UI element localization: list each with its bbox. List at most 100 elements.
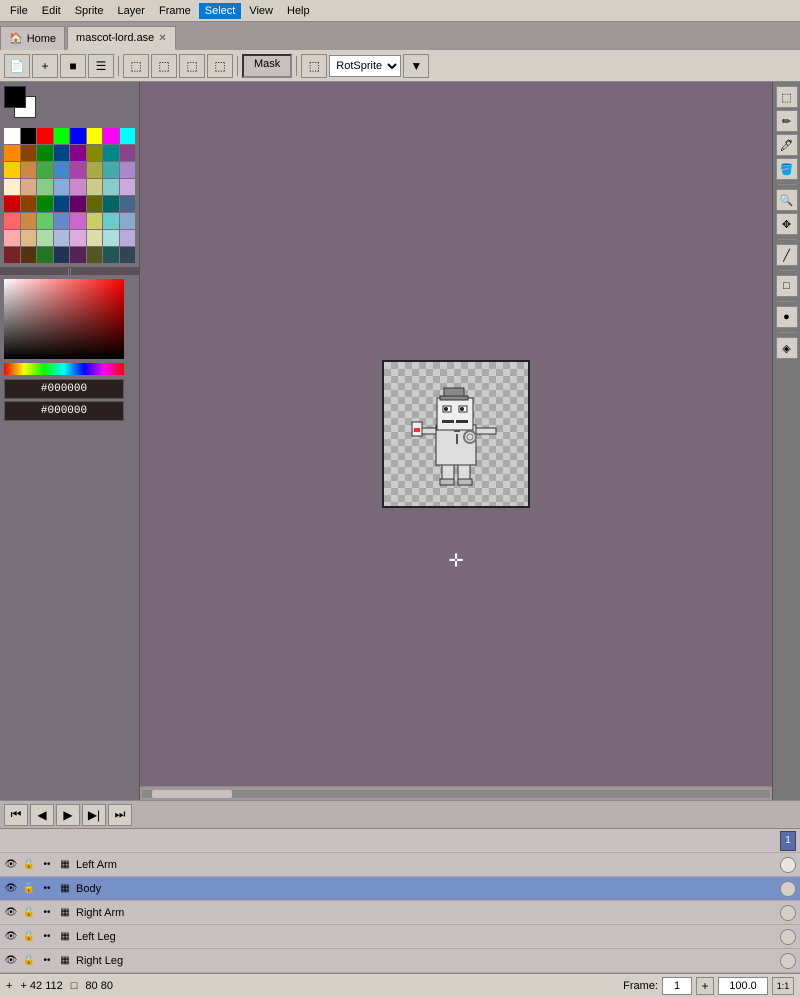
frame-input[interactable]	[662, 977, 692, 995]
palette-color-55[interactable]	[120, 230, 136, 246]
layer-link-4[interactable]: ••	[40, 954, 54, 968]
layer-row-2[interactable]: 👁 🔒 •• ▦ Right Arm	[0, 901, 800, 925]
palette-color-29[interactable]	[87, 179, 103, 195]
palette-color-58[interactable]	[37, 247, 53, 263]
palette-color-11[interactable]	[54, 145, 70, 161]
palette-color-10[interactable]	[37, 145, 53, 161]
hex-input-primary[interactable]	[4, 379, 124, 399]
palette-color-17[interactable]	[21, 162, 37, 178]
layer-frame-indicator-4[interactable]	[780, 953, 796, 969]
tab-mascot[interactable]: mascot-lord.ase ✕	[67, 26, 176, 50]
layer-visibility-0[interactable]: 👁	[4, 858, 18, 872]
palette-color-35[interactable]	[54, 196, 70, 212]
palette-color-31[interactable]	[120, 179, 136, 195]
layer-link-3[interactable]: ••	[40, 930, 54, 944]
canvas-container[interactable]: ✛	[140, 82, 772, 786]
palette-color-45[interactable]	[87, 213, 103, 229]
layer-row-0[interactable]: 👁 🔒 •• ▦ Left Arm	[0, 853, 800, 877]
palette-color-37[interactable]	[87, 196, 103, 212]
tab-home[interactable]: 🏠 Home	[0, 26, 65, 50]
palette-color-24[interactable]	[4, 179, 20, 195]
palette-color-19[interactable]	[54, 162, 70, 178]
layer-lock-3[interactable]: 🔒	[22, 930, 36, 944]
rtool-rect-shape[interactable]: □	[776, 275, 798, 297]
tool-wand[interactable]: ⬚	[179, 54, 205, 78]
palette-color-62[interactable]	[103, 247, 119, 263]
palette-color-18[interactable]	[37, 162, 53, 178]
tool-options[interactable]: ☰	[88, 54, 114, 78]
palette-color-12[interactable]	[70, 145, 86, 161]
mask-button[interactable]: Mask	[242, 54, 292, 78]
palette-color-14[interactable]	[103, 145, 119, 161]
rtool-line[interactable]: ╱	[776, 244, 798, 266]
menu-help[interactable]: Help	[281, 3, 316, 19]
palette-color-16[interactable]	[4, 162, 20, 178]
palette-color-46[interactable]	[103, 213, 119, 229]
menu-layer[interactable]: Layer	[111, 3, 151, 19]
rotsprite-dropdown[interactable]: ▼	[403, 54, 429, 78]
menu-edit[interactable]: Edit	[36, 3, 67, 19]
palette-color-22[interactable]	[103, 162, 119, 178]
menu-view[interactable]: View	[243, 3, 279, 19]
layer-lock-1[interactable]: 🔒	[22, 882, 36, 896]
palette-color-51[interactable]	[54, 230, 70, 246]
palette-color-60[interactable]	[70, 247, 86, 263]
palette-color-57[interactable]	[21, 247, 37, 263]
timeline-first[interactable]: ⏮	[4, 804, 28, 826]
frame-add-button[interactable]: +	[696, 977, 714, 995]
palette-color-56[interactable]	[4, 247, 20, 263]
palette-color-63[interactable]	[120, 247, 136, 263]
timeline-next[interactable]: ▶|	[82, 804, 106, 826]
rtool-contour[interactable]: ◈	[776, 337, 798, 359]
layer-visibility-1[interactable]: 👁	[4, 882, 18, 896]
palette-color-52[interactable]	[70, 230, 86, 246]
palette-color-23[interactable]	[120, 162, 136, 178]
palette-color-34[interactable]	[37, 196, 53, 212]
layer-visibility-4[interactable]: 👁	[4, 954, 18, 968]
menu-select[interactable]: Select	[199, 3, 242, 19]
rtool-pen[interactable]: ✏	[776, 110, 798, 132]
rtool-move[interactable]: ✥	[776, 213, 798, 235]
layer-link-2[interactable]: ••	[40, 906, 54, 920]
palette-color-32[interactable]	[4, 196, 20, 212]
palette-color-28[interactable]	[70, 179, 86, 195]
layer-row-3[interactable]: 👁 🔒 •• ▦ Left Leg	[0, 925, 800, 949]
tool-new[interactable]: 📄	[4, 54, 30, 78]
timeline-last[interactable]: ⏭	[108, 804, 132, 826]
palette-color-13[interactable]	[87, 145, 103, 161]
layer-lock-0[interactable]: 🔒	[22, 858, 36, 872]
palette-color-15[interactable]	[120, 145, 136, 161]
palette-color-41[interactable]	[21, 213, 37, 229]
palette-color-4[interactable]	[70, 128, 86, 144]
tab-close-icon[interactable]: ✕	[158, 33, 166, 44]
palette-color-9[interactable]	[21, 145, 37, 161]
layer-visibility-2[interactable]: 👁	[4, 906, 18, 920]
palette-color-47[interactable]	[120, 213, 136, 229]
palette-color-33[interactable]	[21, 196, 37, 212]
menu-sprite[interactable]: Sprite	[69, 3, 110, 19]
rtool-circle[interactable]: ●	[776, 306, 798, 328]
rtool-select-rect[interactable]: ⬚	[776, 86, 798, 108]
palette-color-44[interactable]	[70, 213, 86, 229]
palette-color-25[interactable]	[21, 179, 37, 195]
palette-color-50[interactable]	[37, 230, 53, 246]
palette-color-49[interactable]	[21, 230, 37, 246]
palette-color-43[interactable]	[54, 213, 70, 229]
palette-color-61[interactable]	[87, 247, 103, 263]
scrollbar-thumb[interactable]	[152, 790, 232, 798]
palette-color-20[interactable]	[70, 162, 86, 178]
palette-color-21[interactable]	[87, 162, 103, 178]
layer-row-4[interactable]: 👁 🔒 •• ▦ Right Leg	[0, 949, 800, 973]
palette-color-30[interactable]	[103, 179, 119, 195]
layer-frame-indicator-0[interactable]	[780, 857, 796, 873]
layer-frame-indicator-1[interactable]	[780, 881, 796, 897]
menu-file[interactable]: File	[4, 3, 34, 19]
palette-color-5[interactable]	[87, 128, 103, 144]
menu-frame[interactable]: Frame	[153, 3, 197, 19]
layer-frame-indicator-2[interactable]	[780, 905, 796, 921]
rtool-brush[interactable]: 🖊	[776, 134, 798, 156]
tool-lasso[interactable]: ⬚	[151, 54, 177, 78]
horizontal-scrollbar[interactable]	[140, 786, 772, 800]
palette-color-53[interactable]	[87, 230, 103, 246]
tool-open[interactable]: +	[32, 54, 58, 78]
